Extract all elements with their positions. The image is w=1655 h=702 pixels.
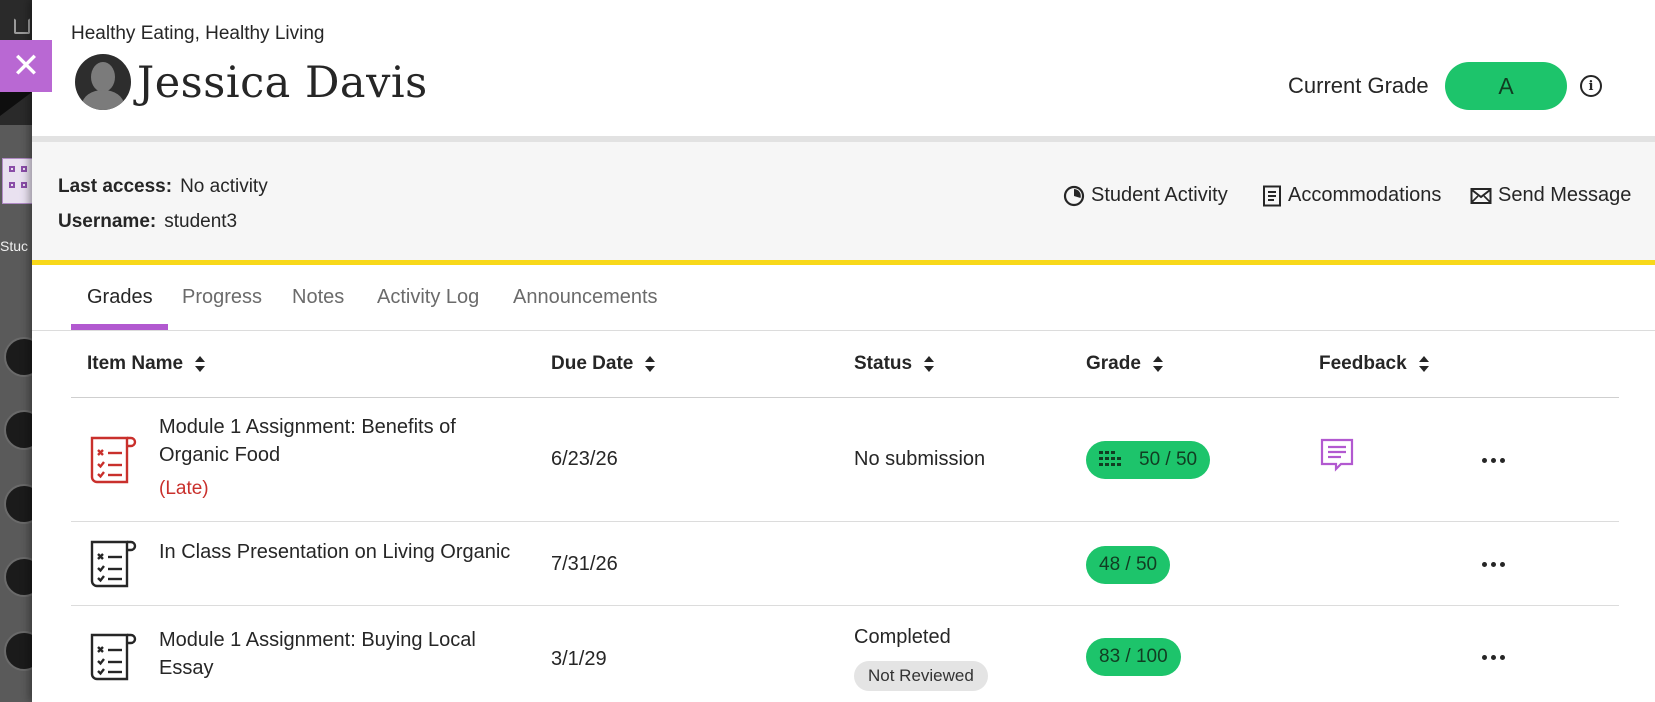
accommodations-icon bbox=[1263, 185, 1281, 206]
background-page: Stuc bbox=[0, 0, 32, 702]
due-date: 7/31/26 bbox=[551, 553, 618, 575]
column-label: Grade bbox=[1086, 353, 1141, 374]
close-icon: ✕ bbox=[11, 46, 41, 86]
rubric-icon bbox=[1099, 451, 1121, 466]
sort-icon bbox=[1152, 356, 1163, 372]
tab-announcements[interactable]: Announcements bbox=[513, 286, 658, 309]
accommodations-link[interactable]: Accommodations bbox=[1262, 184, 1441, 207]
assignment-icon bbox=[90, 436, 137, 484]
table-row: Module 1 Assignment: Buying Local Essay … bbox=[71, 606, 1619, 702]
grade-badge[interactable]: 50 / 50 bbox=[1086, 441, 1211, 479]
item-title[interactable]: Module 1 Assignment: Buying Local Essay bbox=[159, 626, 489, 682]
column-label: Due Date bbox=[551, 353, 634, 374]
current-grade-badge[interactable]: A bbox=[1445, 62, 1567, 110]
table-row: In Class Presentation on Living Organic … bbox=[71, 522, 1619, 606]
current-grade-label: Current Grade bbox=[1288, 73, 1429, 98]
status-text: Completed bbox=[854, 626, 951, 648]
late-indicator: (Late) bbox=[159, 478, 209, 499]
close-button[interactable]: ✕ bbox=[0, 40, 52, 92]
table-row: Module 1 Assignment: Benefits of Organic… bbox=[71, 399, 1619, 522]
column-label: Status bbox=[854, 353, 913, 374]
more-options-button[interactable] bbox=[1476, 642, 1510, 672]
column-label: Feedback bbox=[1319, 353, 1407, 374]
column-label: Item Name bbox=[87, 353, 184, 374]
assignment-icon bbox=[90, 633, 137, 681]
active-tab-indicator bbox=[71, 324, 168, 330]
course-name: Healthy Eating, Healthy Living bbox=[71, 23, 325, 44]
item-title[interactable]: Module 1 Assignment: Benefits of Organic… bbox=[159, 413, 489, 469]
assignment-icon bbox=[90, 540, 137, 588]
item-title[interactable]: In Class Presentation on Living Organic bbox=[159, 538, 539, 566]
grade-badge[interactable]: 48 / 50 bbox=[1086, 546, 1171, 584]
column-grade[interactable]: Grade bbox=[1086, 353, 1163, 375]
send-message-label: Send Message bbox=[1498, 184, 1632, 206]
tab-progress[interactable]: Progress bbox=[182, 286, 262, 309]
student-activity-label: Student Activity bbox=[1091, 184, 1228, 206]
student-info-band: Last access: No activity Username: stude… bbox=[32, 142, 1655, 260]
status-text: No submission bbox=[854, 448, 986, 470]
mail-icon bbox=[1470, 187, 1492, 204]
username: Username: student3 bbox=[58, 211, 237, 233]
more-options-button[interactable] bbox=[1476, 549, 1510, 579]
due-date: 6/23/26 bbox=[551, 448, 618, 470]
last-access-value: No activity bbox=[180, 176, 268, 197]
last-access-label: Last access: bbox=[58, 176, 173, 197]
due-date: 3/1/29 bbox=[551, 648, 607, 670]
grade-badge[interactable]: 83 / 100 bbox=[1086, 638, 1181, 676]
background-corner bbox=[0, 92, 32, 116]
tab-grades[interactable]: Grades bbox=[87, 286, 153, 309]
grade-value: 83 / 100 bbox=[1099, 646, 1168, 667]
grid-view-icon bbox=[2, 158, 32, 204]
activity-icon bbox=[1063, 185, 1085, 206]
grade-value: 48 / 50 bbox=[1099, 554, 1158, 575]
background-label: Stuc bbox=[0, 238, 29, 254]
student-name: Jessica Davis bbox=[137, 58, 428, 108]
info-icon[interactable]: i bbox=[1580, 75, 1602, 97]
review-status-badge: Not Reviewed bbox=[854, 661, 988, 691]
student-activity-link[interactable]: Student Activity bbox=[1063, 184, 1228, 207]
feedback-icon[interactable] bbox=[1319, 437, 1355, 473]
grade-value: 50 / 50 bbox=[1139, 449, 1198, 470]
tab-bar: Grades Progress Notes Activity Log Annou… bbox=[32, 265, 1655, 331]
sort-icon bbox=[1418, 356, 1429, 372]
column-status[interactable]: Status bbox=[854, 353, 935, 375]
send-message-link[interactable]: Send Message bbox=[1470, 184, 1631, 207]
username-label: Username: bbox=[58, 211, 157, 232]
more-options-button[interactable] bbox=[1476, 445, 1510, 475]
last-access: Last access: No activity bbox=[58, 176, 268, 198]
column-due-date[interactable]: Due Date bbox=[551, 353, 656, 375]
sort-icon bbox=[195, 356, 206, 372]
username-value: student3 bbox=[164, 211, 238, 232]
column-item-name[interactable]: Item Name bbox=[87, 353, 206, 375]
avatar bbox=[75, 54, 131, 110]
accommodations-label: Accommodations bbox=[1288, 184, 1442, 206]
grades-table-header: Item Name Due Date Status Grade Feedback bbox=[71, 331, 1619, 398]
student-panel: Healthy Eating, Healthy Living Jessica D… bbox=[32, 0, 1655, 702]
tab-activity-log[interactable]: Activity Log bbox=[377, 286, 479, 309]
sort-icon bbox=[924, 356, 935, 372]
column-feedback[interactable]: Feedback bbox=[1319, 353, 1429, 375]
tab-notes[interactable]: Notes bbox=[292, 286, 344, 309]
student-header: Healthy Eating, Healthy Living Jessica D… bbox=[32, 0, 1655, 136]
sort-icon bbox=[645, 356, 656, 372]
home-icon bbox=[14, 18, 30, 34]
